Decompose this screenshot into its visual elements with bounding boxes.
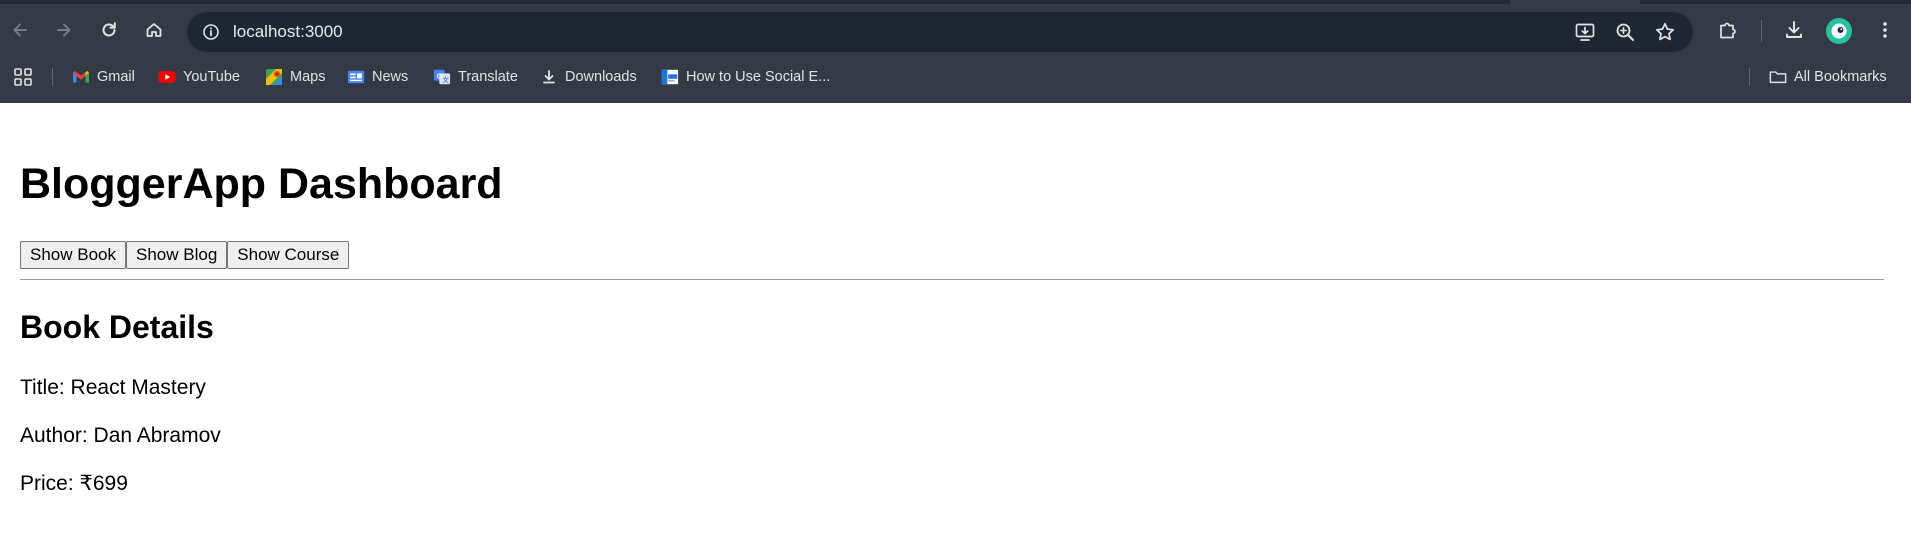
install-app-icon[interactable] bbox=[1573, 20, 1597, 44]
bookmark-label: Downloads bbox=[565, 69, 637, 85]
bookmark-news[interactable]: News bbox=[347, 64, 408, 90]
bookmark-downloads[interactable]: Downloads bbox=[540, 64, 637, 90]
bookmark-label: YouTube bbox=[183, 69, 240, 85]
bookmarks-separator bbox=[52, 68, 53, 86]
bookmark-star-icon[interactable] bbox=[1653, 20, 1677, 44]
apps-grid-icon bbox=[14, 68, 32, 86]
translate-icon: G文 bbox=[433, 68, 451, 86]
show-book-button[interactable]: Show Book bbox=[20, 241, 126, 269]
page-favicon bbox=[661, 68, 679, 86]
more-vertical-icon bbox=[1883, 22, 1887, 38]
bookmark-label: News bbox=[372, 69, 409, 85]
browser-toolbar: localhost:3000 bbox=[0, 6, 1911, 58]
tab-strip bbox=[0, 0, 1911, 4]
home-icon bbox=[146, 23, 162, 37]
bookmark-youtube[interactable]: YouTube bbox=[158, 64, 240, 90]
page-content: BloggerApp Dashboard Show Book Show Blog… bbox=[0, 103, 1911, 548]
view-toggle-buttons: Show Book Show Blog Show Course bbox=[20, 241, 350, 269]
reload-icon bbox=[102, 22, 116, 37]
site-info-icon[interactable] bbox=[199, 20, 223, 44]
home-button[interactable] bbox=[138, 14, 170, 46]
apps-button[interactable] bbox=[13, 64, 33, 90]
show-blog-button[interactable]: Show Blog bbox=[126, 241, 228, 269]
book-author-text: Author: Dan Abramov bbox=[20, 424, 221, 447]
address-bar[interactable]: localhost:3000 bbox=[187, 12, 1693, 52]
bookmark-maps[interactable]: Maps bbox=[265, 64, 325, 90]
url-text[interactable]: localhost:3000 bbox=[233, 22, 343, 42]
extensions-button[interactable] bbox=[1712, 14, 1744, 46]
toolbar-separator bbox=[1761, 20, 1762, 42]
back-button[interactable] bbox=[4, 14, 36, 46]
svg-text:文: 文 bbox=[442, 75, 449, 84]
bookmark-label: Translate bbox=[458, 69, 518, 85]
profile-avatar[interactable] bbox=[1826, 18, 1852, 44]
bookmark-label: How to Use Social E... bbox=[686, 69, 831, 85]
all-bookmarks-label: All Bookmarks bbox=[1794, 69, 1887, 85]
zoom-icon[interactable] bbox=[1613, 20, 1637, 44]
maps-icon bbox=[265, 68, 283, 86]
arrow-right-icon bbox=[57, 23, 71, 37]
arrow-left-icon bbox=[13, 23, 27, 37]
section-divider bbox=[20, 279, 1884, 280]
folder-icon bbox=[1769, 68, 1787, 86]
gmail-icon bbox=[72, 68, 90, 86]
active-tab-edge[interactable] bbox=[1510, 0, 1640, 4]
avatar-icon bbox=[1831, 23, 1847, 39]
bookmark-translate[interactable]: G文 Translate bbox=[433, 64, 518, 90]
bookmark-label: Maps bbox=[290, 69, 326, 85]
bookmark-label: Gmail bbox=[97, 69, 135, 85]
book-title-text: Title: React Mastery bbox=[20, 376, 206, 399]
book-price-text: Price: ₹699 bbox=[20, 472, 128, 495]
section-title: Book Details bbox=[20, 309, 214, 345]
forward-button[interactable] bbox=[48, 14, 80, 46]
download-icon bbox=[1786, 21, 1802, 38]
puzzle-icon bbox=[1720, 22, 1736, 39]
bookmarks-separator-right bbox=[1749, 68, 1750, 86]
bookmarks-bar: Gmail YouTube Maps News G文 Translate Dow… bbox=[0, 60, 1911, 94]
download-icon bbox=[540, 68, 558, 86]
bookmark-how-to-use-social[interactable]: How to Use Social E... bbox=[661, 64, 830, 90]
news-icon bbox=[347, 68, 365, 86]
downloads-button[interactable] bbox=[1778, 14, 1810, 46]
show-course-button[interactable]: Show Course bbox=[227, 241, 350, 269]
bookmark-gmail[interactable]: Gmail bbox=[72, 64, 135, 90]
menu-button[interactable] bbox=[1869, 14, 1901, 46]
all-bookmarks-button[interactable]: All Bookmarks bbox=[1769, 64, 1887, 90]
browser-chrome: localhost:3000 Gmail YouTube Maps News G… bbox=[0, 0, 1911, 103]
page-title: BloggerApp Dashboard bbox=[20, 160, 503, 208]
reload-button[interactable] bbox=[93, 14, 125, 46]
youtube-icon bbox=[158, 68, 176, 86]
